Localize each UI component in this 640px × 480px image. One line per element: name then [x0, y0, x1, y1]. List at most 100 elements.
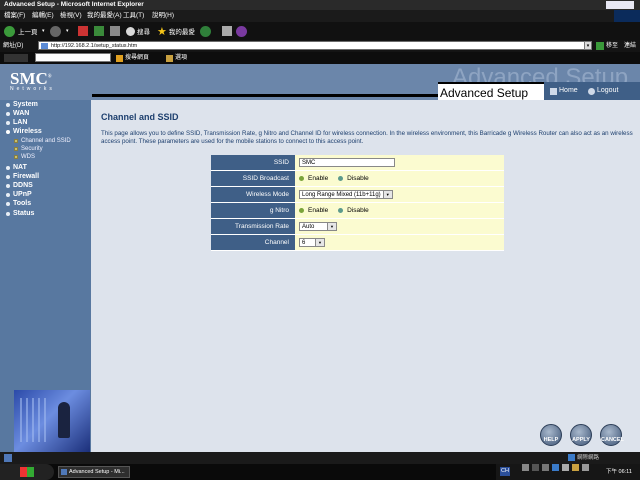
menu-bar: 檔案(F) 編輯(E) 檢視(V) 我的最愛(A) 工具(T) 說明(H) — [0, 10, 640, 22]
home-icon — [550, 87, 557, 95]
tray-icon[interactable] — [562, 464, 569, 471]
address-input[interactable]: http://192.168.2.1/setup_status.htm — [38, 41, 592, 50]
nav-bullet-icon — [6, 165, 10, 170]
ssid-value-cell: SMC — [295, 155, 504, 171]
nav-status[interactable]: Status — [6, 210, 34, 217]
menu-view[interactable]: 檢視(V) — [60, 10, 82, 22]
header-title: Advanced Setup — [438, 82, 544, 100]
language-indicator[interactable]: CH — [500, 467, 510, 476]
back-label: 上一頁 — [18, 29, 38, 36]
print-button[interactable] — [222, 25, 232, 37]
nav-sub-wds[interactable]: WDS — [14, 154, 35, 160]
menu-edit[interactable]: 編輯(E) — [32, 10, 54, 22]
windows-flag-icon — [614, 10, 640, 22]
ssid-broadcast-disable-radio[interactable]: Disable — [338, 175, 369, 182]
nav-system[interactable]: System — [6, 101, 38, 108]
favorites-button[interactable]: ★ 我的最愛 — [157, 25, 195, 38]
nav-tools[interactable]: Tools — [6, 200, 31, 207]
ssid-input[interactable]: SMC — [299, 158, 395, 167]
logout-link[interactable]: Logout — [588, 82, 618, 100]
main-content: Channel and SSID This page allows you to… — [91, 100, 640, 452]
forward-button[interactable] — [50, 25, 61, 37]
taskbar-item-ie[interactable]: Advanced Setup - Mi... — [58, 466, 130, 478]
nav-ddns[interactable]: DDNS — [6, 182, 33, 189]
search-label: 搜尋 — [137, 29, 150, 36]
start-button[interactable] — [0, 464, 54, 480]
home-link-label: Home — [559, 87, 578, 94]
go-arrow-icon — [596, 42, 604, 50]
g-nitro-enable-radio[interactable]: Enable — [299, 207, 328, 214]
back-arrow-icon — [4, 25, 15, 37]
nav-label: UPnP — [13, 191, 32, 198]
radio-selected-icon — [299, 207, 304, 213]
nav-label: System — [13, 101, 38, 108]
nav-label: Status — [13, 210, 35, 217]
menu-help[interactable]: 說明(H) — [152, 10, 174, 22]
ssid-broadcast-value-cell: Enable Disable — [295, 170, 504, 187]
home-button[interactable] — [110, 25, 120, 37]
taskbar-item-label: Advanced Setup - Mi... — [69, 469, 125, 475]
menu-tools[interactable]: 工具(T) — [123, 10, 144, 22]
page-title: Channel and SSID — [101, 112, 179, 122]
transmission-rate-row: Transmission Rate Auto ▼ — [211, 218, 504, 235]
radio-label: Disable — [347, 174, 369, 182]
chevron-down-icon: ▼ — [382, 191, 392, 198]
windows-logo-icon — [606, 1, 634, 9]
transmission-rate-select[interactable]: Auto ▼ — [299, 222, 337, 231]
nav-firewall[interactable]: Firewall — [6, 173, 39, 180]
tray-icon[interactable] — [532, 464, 539, 471]
nav-sub-channel-ssid[interactable]: Channel and SSID — [14, 138, 71, 144]
help-button[interactable]: HELP — [540, 424, 562, 446]
nav-upnp[interactable]: UPnP — [6, 191, 32, 198]
status-zone-label: 網際網路 — [577, 455, 600, 461]
search-web-input[interactable] — [35, 53, 111, 62]
nav-sub-label: Channel and SSID — [21, 138, 71, 144]
ssid-broadcast-row: SSID Broadcast Enable Disable — [211, 170, 504, 187]
options-button[interactable]: 選項 — [166, 52, 187, 64]
status-zone: 網際網路 — [568, 454, 636, 462]
g-nitro-row: g Nitro Enable Disable — [211, 202, 504, 219]
search-web-button[interactable]: 搜尋網頁 — [116, 52, 149, 64]
tray-icon[interactable] — [572, 464, 579, 471]
nav-bullet-icon — [6, 183, 10, 188]
tray-icon[interactable] — [542, 464, 549, 471]
nav-bullet-icon — [6, 111, 10, 116]
nav-wireless[interactable]: Wireless — [6, 128, 42, 135]
home-link[interactable]: Home — [550, 82, 578, 100]
ssid-broadcast-enable-radio[interactable]: Enable — [299, 175, 328, 182]
stop-button[interactable] — [78, 25, 88, 37]
menu-favorites[interactable]: 我的最愛(A) — [87, 10, 122, 22]
search-button[interactable]: 搜尋 — [126, 25, 150, 37]
header-nav: Home Logout — [544, 82, 640, 100]
toolbar: 上一頁 ▾ ▾ 搜尋 ★ 我的最愛 — [0, 22, 640, 40]
history-button[interactable] — [200, 25, 211, 37]
tray-icon[interactable] — [522, 464, 529, 471]
tray-icon[interactable] — [552, 464, 559, 471]
back-button[interactable]: 上一頁 — [4, 25, 38, 37]
menu-file[interactable]: 檔案(F) — [4, 10, 25, 22]
address-dropdown[interactable]: ▾ — [584, 41, 592, 50]
back-dropdown[interactable]: ▾ — [42, 25, 45, 37]
forward-dropdown[interactable]: ▾ — [66, 25, 69, 37]
nav-sub-security[interactable]: Security — [14, 146, 43, 152]
nav-wan[interactable]: WAN — [6, 110, 29, 117]
g-nitro-disable-radio[interactable]: Disable — [338, 207, 369, 214]
chevron-down-icon: ▼ — [315, 239, 324, 246]
apply-button[interactable]: APPLY — [570, 424, 592, 446]
nav-label: Tools — [13, 200, 32, 207]
links-label[interactable]: 連結 — [624, 40, 636, 52]
transmission-rate-label: Transmission Rate — [211, 218, 295, 235]
messenger-button[interactable] — [236, 25, 247, 37]
nav-lan[interactable]: LAN — [6, 119, 27, 126]
tray-icon[interactable] — [582, 464, 589, 471]
channel-select[interactable]: 6 ▼ — [299, 238, 325, 247]
wireless-mode-select[interactable]: Long Range Mixed (11b+11g) ▼ — [299, 190, 393, 199]
wireless-mode-row: Wireless Mode Long Range Mixed (11b+11g)… — [211, 186, 504, 203]
cancel-button[interactable]: CANCEL — [600, 424, 624, 446]
channel-value-cell: 6 ▼ — [295, 234, 504, 251]
refresh-button[interactable] — [94, 25, 104, 37]
clock[interactable]: 下午 06:11 — [606, 464, 632, 480]
print-icon — [222, 26, 232, 36]
go-button[interactable]: 移至 — [596, 41, 618, 51]
nav-nat[interactable]: NAT — [6, 164, 27, 171]
